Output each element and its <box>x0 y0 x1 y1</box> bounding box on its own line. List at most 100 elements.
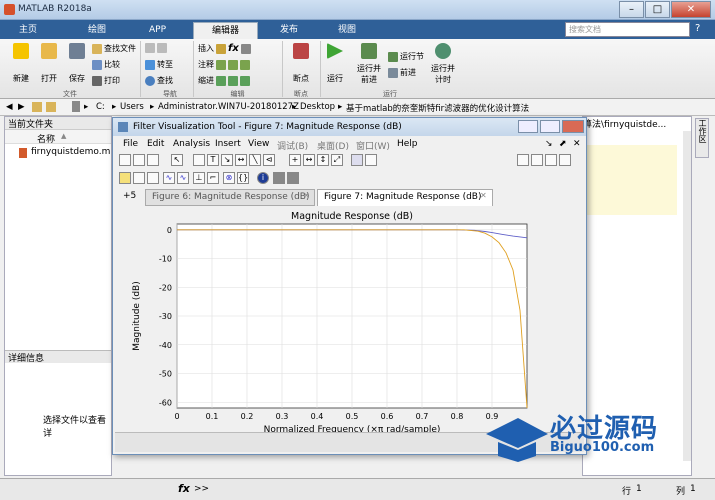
mag-phase-icon[interactable] <box>147 172 159 184</box>
menu-help[interactable]: Help <box>397 139 418 149</box>
line-icon[interactable]: ╲ <box>249 154 261 166</box>
tab-apps[interactable]: APP <box>135 22 180 39</box>
tab-count[interactable]: +5 <box>117 189 145 206</box>
arrow-icon[interactable]: ↘ <box>221 154 233 166</box>
print-preview-icon[interactable] <box>147 154 159 166</box>
run-advance-label-2: 前进 <box>361 75 377 84</box>
print-icon[interactable] <box>133 154 145 166</box>
find-files-button[interactable]: 查找文件 <box>92 43 136 54</box>
fx-icon: fx <box>228 43 239 54</box>
goto-icon <box>145 59 155 70</box>
advance-button[interactable]: 前进 <box>388 67 416 78</box>
phase-delay-icon[interactable]: ∿ <box>177 172 189 184</box>
maximize-button[interactable]: □ <box>645 1 670 18</box>
menu-insert[interactable]: Insert <box>215 139 241 149</box>
pointer-icon[interactable]: ⊲ <box>263 154 275 166</box>
menu-dock-icon[interactable]: ↘ <box>545 139 553 149</box>
menu-view[interactable]: View <box>248 139 269 149</box>
insert-button[interactable]: 插入 fx <box>198 43 251 54</box>
folder-up-icon[interactable] <box>32 102 42 112</box>
back-icon[interactable]: ◀ <box>6 102 13 112</box>
tab-view[interactable]: 视图 <box>322 22 372 39</box>
indent-button[interactable]: 缩进 <box>198 75 250 86</box>
tab-home[interactable]: 主页 <box>8 22 48 39</box>
select-arrow-icon[interactable]: ↖ <box>171 154 183 166</box>
minimize-button[interactable]: – <box>619 1 644 18</box>
m-file-icon <box>19 148 27 158</box>
goto-button[interactable]: 转至 <box>145 59 173 70</box>
cost-icon[interactable] <box>273 172 285 184</box>
nav-back-button[interactable] <box>145 43 167 53</box>
group-delay-icon[interactable]: ∿ <box>163 172 175 184</box>
step-response-icon[interactable]: ⌐ <box>207 172 219 184</box>
figure-minimize-button[interactable] <box>518 120 538 133</box>
comment-button[interactable]: 注释 <box>198 59 250 70</box>
magnitude-response-icon[interactable] <box>119 172 131 184</box>
new-figure-icon[interactable] <box>119 154 131 166</box>
command-prompt[interactable]: >> <box>194 484 209 494</box>
print-button[interactable]: 打印 <box>92 75 120 86</box>
impulse-response-icon[interactable]: ⊥ <box>193 172 205 184</box>
file-item[interactable]: firnyquistdemo.m <box>19 147 110 159</box>
path-part[interactable]: 基于matlab的奈奎斯特fir滤波器的优化设计算法 <box>346 102 529 114</box>
path-part[interactable]: Desktop <box>300 102 335 112</box>
compare-button[interactable]: 比较 <box>92 59 120 70</box>
zoom-y-icon[interactable]: ↕ <box>317 154 329 166</box>
grid-toggle-icon[interactable] <box>365 154 377 166</box>
layout-cols-icon[interactable] <box>531 154 543 166</box>
menu-edit[interactable]: Edit <box>147 139 164 149</box>
tab-figure-7[interactable]: Figure 7: Magnitude Response (dB) <box>317 189 493 206</box>
run-section-button[interactable]: 运行节 <box>388 51 424 62</box>
help-icon[interactable]: ? <box>695 23 711 37</box>
breakpoints-button[interactable]: 断点 <box>287 43 315 84</box>
zoom-in-icon[interactable]: + <box>289 154 301 166</box>
browse-folder-icon[interactable] <box>46 102 56 112</box>
tab-plots[interactable]: 绘图 <box>72 22 122 39</box>
rectangle-icon[interactable] <box>193 154 205 166</box>
new-button[interactable]: 新建 <box>8 43 34 84</box>
path-part[interactable]: Administrator.WIN7U-20180127Z <box>158 102 299 112</box>
menu-pin-icon[interactable]: ⬈ <box>559 139 567 149</box>
figure-maximize-button[interactable] <box>540 120 560 133</box>
current-folder-panel: 当前文件夹 名称 ▲ firnyquistdemo.m 详细信息 选择文件以查看… <box>4 116 112 476</box>
coefficients-icon[interactable]: {} <box>237 172 249 184</box>
menu-debug[interactable]: 调试(B) <box>277 139 308 152</box>
forward-icon[interactable]: ▶ <box>18 102 25 112</box>
menu-desktop[interactable]: 桌面(D) <box>317 139 349 152</box>
menu-analysis[interactable]: Analysis <box>173 139 210 149</box>
menu-window[interactable]: 窗口(W) <box>356 139 390 152</box>
menu-file[interactable]: File <box>123 139 138 149</box>
text-icon[interactable]: T <box>207 154 219 166</box>
close-button[interactable]: ✕ <box>671 1 711 18</box>
tab-publish[interactable]: 发布 <box>264 22 314 39</box>
layout-single-icon[interactable] <box>559 154 571 166</box>
tab-close-icon[interactable]: ✕ <box>303 191 310 200</box>
path-part[interactable]: C: <box>96 102 105 112</box>
figure-close-button[interactable] <box>562 120 584 133</box>
x-tick-label: 0.8 <box>451 412 464 421</box>
menu-close-icon[interactable]: ✕ <box>573 139 581 149</box>
tab-figure-6[interactable]: Figure 6: Magnitude Response (dB) <box>145 189 315 206</box>
double-arrow-icon[interactable]: ↔ <box>235 154 247 166</box>
phase-response-icon[interactable] <box>133 172 145 184</box>
info-icon[interactable]: i <box>257 172 269 184</box>
layout-split-icon[interactable] <box>545 154 557 166</box>
quantization-icon[interactable] <box>287 172 299 184</box>
run-time-button[interactable]: 运行并 计时 <box>428 43 458 85</box>
zoom-x-icon[interactable]: ↔ <box>303 154 315 166</box>
path-part[interactable]: Users <box>120 102 144 112</box>
run-advance-button[interactable]: 运行并 前进 <box>354 43 384 85</box>
tab-editor[interactable]: 编辑器 <box>193 22 258 39</box>
run-button[interactable]: 运行 <box>322 43 348 84</box>
fit-icon[interactable]: ⤢ <box>331 154 343 166</box>
legend-icon[interactable] <box>351 154 363 166</box>
workspace-side-tab[interactable]: 工作区 <box>695 118 709 158</box>
search-input[interactable]: 搜索文档 <box>565 22 690 37</box>
column-header[interactable]: 名称 ▲ <box>5 130 111 145</box>
layout-grid-icon[interactable] <box>517 154 529 166</box>
save-button[interactable]: 保存 <box>64 43 90 84</box>
pole-zero-icon[interactable]: ⊗ <box>223 172 235 184</box>
tab-close-icon[interactable]: ✕ <box>480 191 487 200</box>
find-button[interactable]: 查找 <box>145 75 173 86</box>
open-button[interactable]: 打开 <box>36 43 62 84</box>
